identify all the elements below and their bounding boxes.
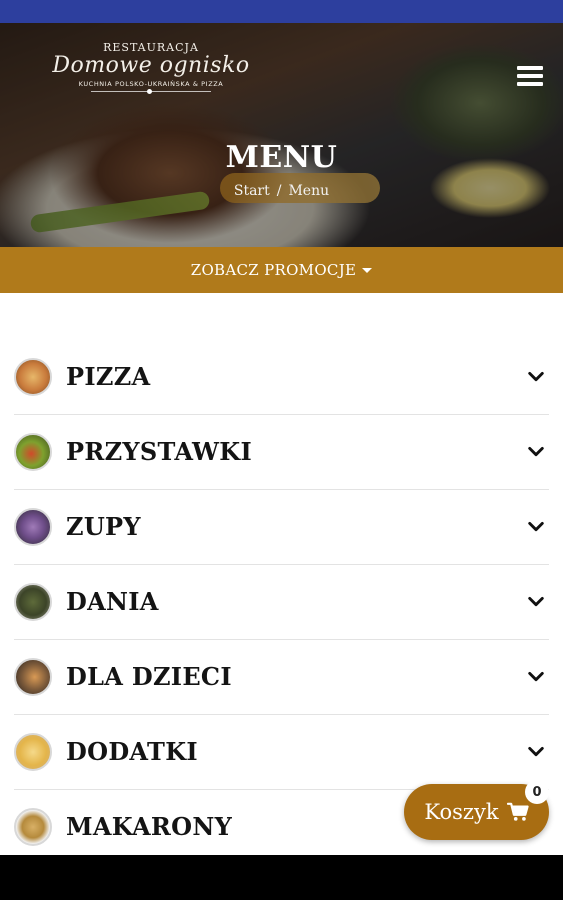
category-thumbnail [14, 658, 52, 696]
category-label: DODATKI [66, 737, 198, 766]
chevron-down-icon [528, 371, 544, 382]
category-label: DANIA [66, 587, 159, 616]
logo-divider [91, 89, 211, 94]
promo-toggle-button[interactable]: ZOBACZ PROMOCJE [0, 247, 563, 293]
cart-icon [506, 802, 529, 821]
chevron-down-icon [528, 596, 544, 607]
promo-label: ZOBACZ PROMOCJE [190, 261, 357, 279]
cart-label: Koszyk [424, 800, 499, 824]
breadcrumb-separator: / [276, 183, 282, 199]
chevron-down-icon [528, 446, 544, 457]
caret-down-icon [362, 267, 373, 273]
breadcrumb-start-link[interactable]: Start [234, 183, 270, 199]
hero-banner: RESTAURACJA Domowe ognisko KUCHNIA POLSK… [0, 23, 563, 247]
status-bar [0, 0, 563, 23]
category-item-dodatki[interactable]: DODATKI [14, 715, 549, 790]
category-thumbnail [14, 808, 52, 846]
chevron-down-icon [528, 671, 544, 682]
category-item-przystawki[interactable]: PRZYSTAWKI [14, 415, 549, 490]
category-thumbnail [14, 508, 52, 546]
page-title: MENU [225, 140, 338, 175]
restaurant-logo[interactable]: RESTAURACJA Domowe ognisko KUCHNIA POLSK… [46, 41, 256, 94]
category-item-dania[interactable]: DANIA [14, 565, 549, 640]
cart-count-badge: 0 [525, 780, 549, 804]
chevron-down-icon [528, 746, 544, 757]
breadcrumb-current: Menu [288, 183, 330, 199]
category-label: PIZZA [66, 362, 151, 391]
category-label: DLA DZIECI [66, 662, 232, 691]
cart-button[interactable]: Koszyk 0 [404, 780, 549, 840]
category-thumbnail [14, 358, 52, 396]
logo-subtitle: KUCHNIA POLSKO-UKRAIŃSKA & PIZZA [78, 80, 224, 88]
category-label: PRZYSTAWKI [66, 437, 252, 466]
category-label: ZUPY [66, 512, 141, 541]
category-thumbnail [14, 433, 52, 471]
breadcrumb: Start / Menu [0, 183, 563, 199]
chevron-down-icon [528, 521, 544, 532]
hamburger-icon[interactable] [517, 66, 543, 88]
logo-name: Domowe ognisko [52, 53, 250, 78]
category-thumbnail [14, 583, 52, 621]
category-item-dla-dzieci[interactable]: DLA DZIECI [14, 640, 549, 715]
category-label: MAKARONY [66, 812, 233, 841]
category-item-pizza[interactable]: PIZZA [14, 340, 549, 415]
system-navigation-bar [0, 855, 563, 900]
category-thumbnail [14, 733, 52, 771]
category-item-zupy[interactable]: ZUPY [14, 490, 549, 565]
